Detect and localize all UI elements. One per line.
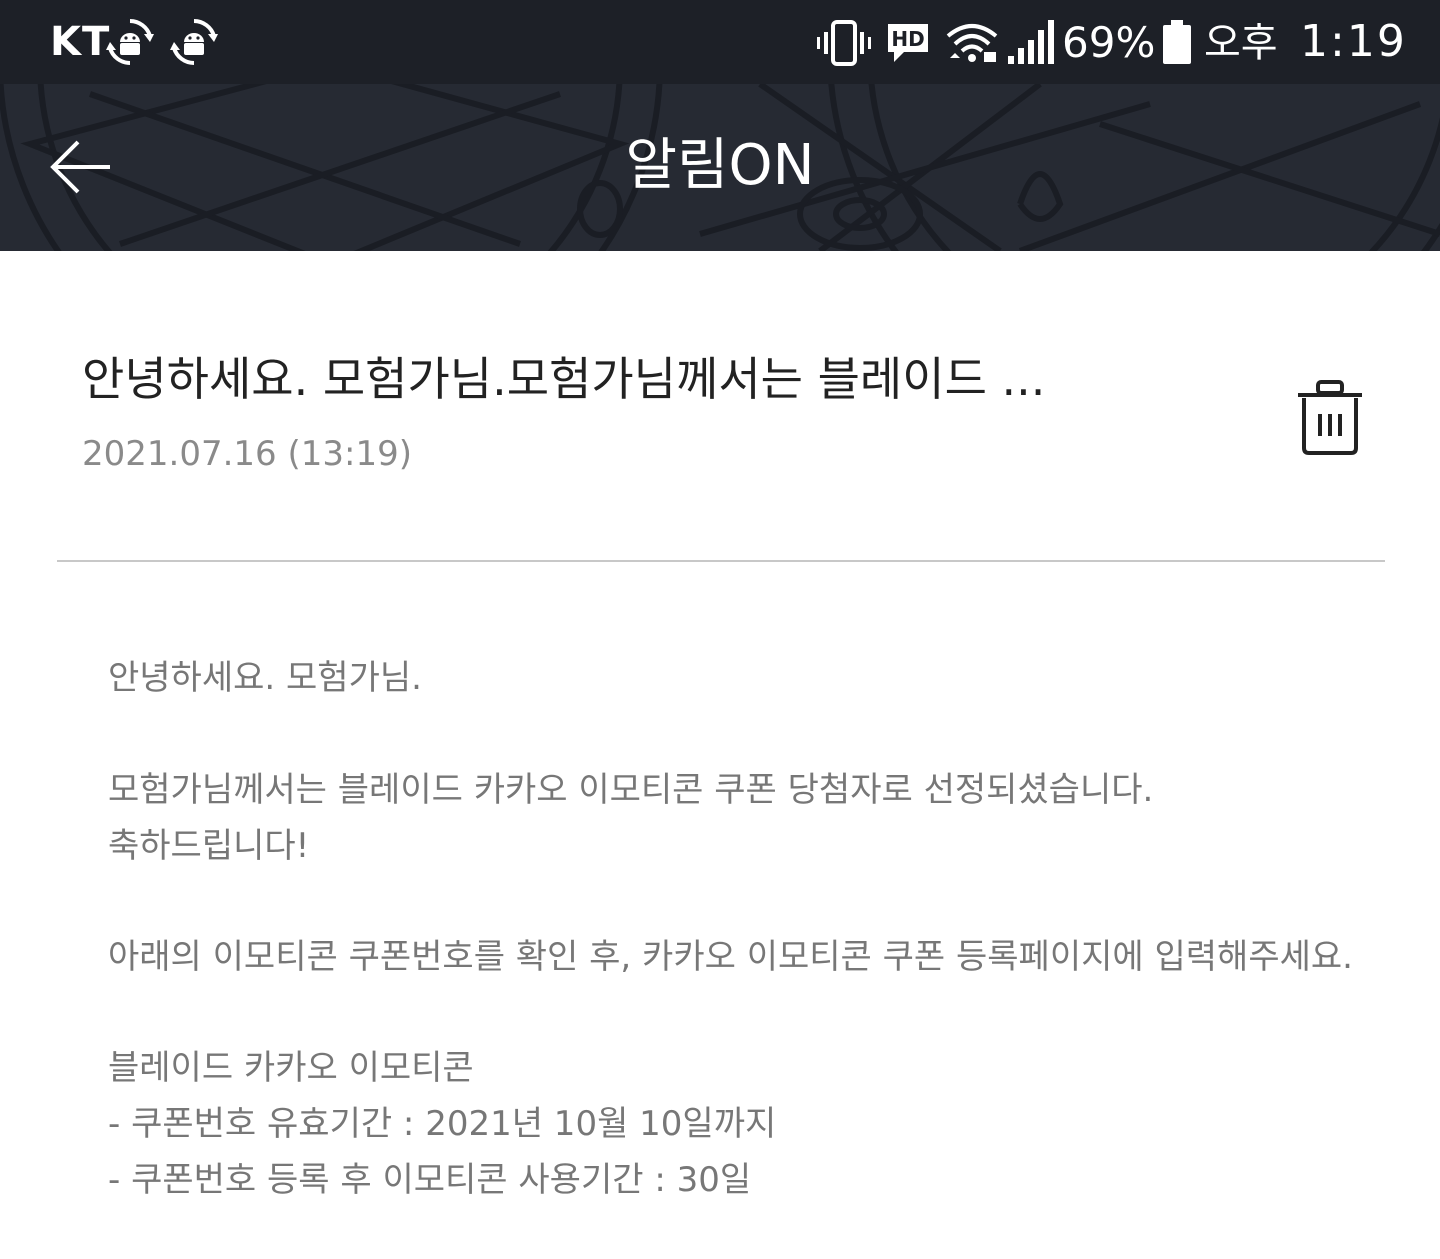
app-header: 알림ON bbox=[0, 84, 1440, 251]
android-sync-icon bbox=[106, 19, 154, 65]
message-date: 2021.07.16 (13:19) bbox=[82, 434, 412, 474]
android-sync-icon bbox=[170, 19, 218, 65]
carrier-label: KT bbox=[50, 19, 111, 65]
signal-icon bbox=[1008, 20, 1054, 64]
battery-percent: 69% bbox=[1062, 18, 1156, 67]
trash-icon[interactable] bbox=[1294, 378, 1366, 458]
page-title: 알림ON bbox=[625, 133, 815, 198]
clock: 1:19 bbox=[1300, 16, 1407, 67]
message-title: 안녕하세요. 모험가님.모험가님께서는 블레이드 ... bbox=[82, 352, 1046, 406]
message-body-line: - 쿠폰번호 등록 후 이모티콘 사용기간 : 30일 bbox=[108, 1160, 752, 1200]
svg-text:HD: HD bbox=[891, 27, 924, 51]
wifi-icon bbox=[946, 24, 998, 62]
message-body-line: - 쿠폰번호 유효기간 : 2021년 10월 10일까지 bbox=[108, 1104, 777, 1144]
message-body-line: 아래의 이모티콘 쿠폰번호를 확인 후, 카카오 이모티콘 쿠폰 등록페이지에 … bbox=[108, 937, 1353, 977]
message-body-line: 블레이드 카카오 이모티콘 bbox=[108, 1048, 474, 1088]
hd-voice-icon: HD bbox=[888, 24, 928, 62]
status-bar: KT HD 69% 오후 1:19 bbox=[0, 0, 1440, 84]
battery-icon bbox=[1163, 20, 1191, 64]
vibrate-icon bbox=[817, 20, 871, 66]
divider bbox=[57, 560, 1385, 562]
message-body-line: 모험가님께서는 블레이드 카카오 이모티콘 쿠폰 당첨자로 선정되셨습니다. bbox=[108, 770, 1154, 810]
message-body-line: 축하드립니다! bbox=[108, 826, 310, 866]
time-ampm: 오후 bbox=[1204, 20, 1278, 66]
message-body-line: 안녕하세요. 모험가님. bbox=[108, 658, 422, 698]
